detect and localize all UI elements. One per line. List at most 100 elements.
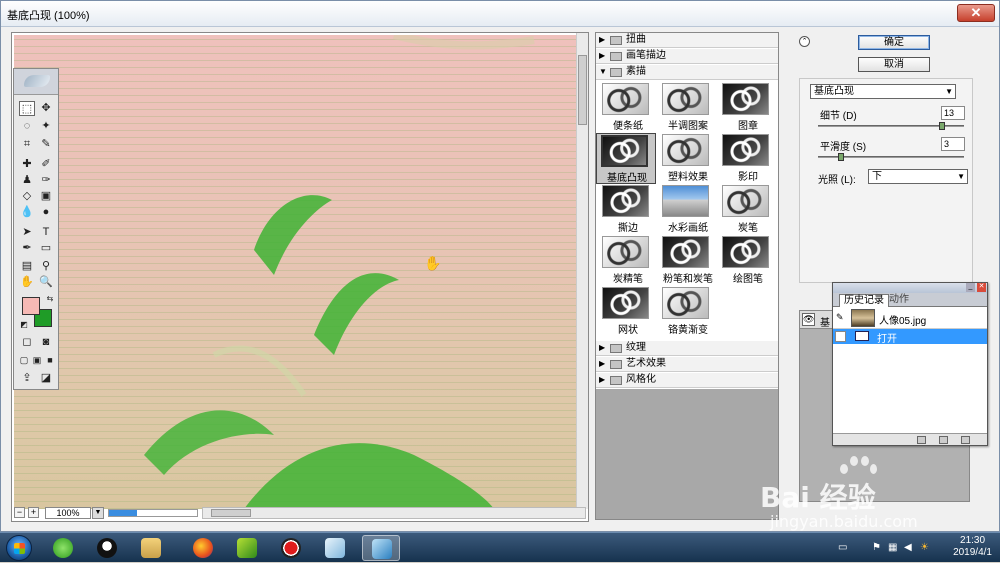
brush-tool-icon[interactable]: ✐ [38, 157, 54, 172]
clock[interactable]: 21:30 2019/4/1 [953, 535, 992, 559]
history-brush-icon[interactable]: ✑ [38, 173, 54, 188]
filter-select[interactable]: 基底凸现 ▼ [810, 84, 956, 99]
filter-thumb-graphic-pen[interactable]: 绘图笔 [718, 235, 778, 286]
smoothness-slider[interactable] [818, 153, 964, 161]
zoom-tool-icon[interactable]: 🔍 [38, 275, 54, 290]
category-brush-strokes[interactable]: ▶ 画笔描边 [596, 49, 778, 64]
stamp-tool-icon[interactable]: ♟ [19, 173, 35, 188]
history-step-checkbox[interactable] [835, 331, 846, 342]
swap-colors-icon[interactable]: ⇆ [42, 291, 58, 306]
smoothness-slider-knob[interactable] [838, 153, 844, 161]
dodge-tool-icon[interactable]: ● [38, 205, 54, 220]
pen-tool-icon[interactable]: ✒ [19, 241, 35, 256]
taskbar-app-video[interactable] [228, 535, 266, 561]
new-snapshot-icon[interactable] [939, 436, 948, 444]
taskbar-app-firefox[interactable] [184, 535, 222, 561]
taskbar-app-qq[interactable] [88, 535, 126, 561]
history-step-open[interactable]: 打开 [833, 329, 987, 345]
category-sketch[interactable]: ▼ 素描 [596, 65, 778, 80]
taskbar-app-editor[interactable] [316, 535, 354, 561]
volume-icon[interactable]: ◀ [904, 542, 915, 553]
minimize-icon[interactable]: _ [966, 283, 975, 292]
jump-to-imageready-icon[interactable]: ⇪ [19, 371, 35, 386]
filter-thumb-reticulation[interactable]: 网状 [598, 286, 658, 337]
close-button[interactable]: ✕ [957, 4, 995, 22]
collapse-gallery-icon[interactable]: ⌃ [799, 36, 810, 47]
quick-mask-mode-icon[interactable]: ◙ [38, 335, 54, 350]
healing-brush-icon[interactable]: ✚ [19, 157, 35, 172]
marquee-tool-icon[interactable]: ⬚ [19, 101, 35, 116]
history-titlebar[interactable]: _ ✕ [833, 283, 987, 293]
taskbar-app-photoshop[interactable] [362, 535, 400, 561]
zoom-value[interactable]: 100% [45, 507, 91, 519]
history-snapshot[interactable]: ✎ 人像05.jpg [833, 307, 987, 329]
new-document-icon[interactable] [917, 436, 926, 444]
detail-slider[interactable] [818, 122, 964, 130]
smoothness-input[interactable]: 3 [941, 137, 965, 151]
start-button[interactable] [6, 535, 32, 561]
type-tool-icon[interactable]: T [38, 225, 54, 240]
weather-icon[interactable]: ☀ [920, 542, 931, 553]
filter-thumb-bas-relief[interactable]: 基底凸现 [596, 133, 656, 184]
category-distort[interactable]: ▶ 扭曲 [596, 33, 778, 48]
filter-thumb-photocopy[interactable]: 影印 [718, 133, 778, 184]
gradient-tool-icon[interactable]: ▣ [38, 189, 54, 204]
filter-thumb-water-paper[interactable]: 水彩画纸 [658, 184, 718, 235]
filter-thumb-stamp[interactable]: 图章 [718, 82, 778, 133]
light-select[interactable]: 下 ▼ [868, 169, 968, 184]
trash-icon[interactable] [961, 436, 970, 444]
taskbar-app-360[interactable] [44, 535, 82, 561]
category-texture[interactable]: ▶ 纹理 [596, 341, 778, 356]
move-tool-icon[interactable]: ✥ [38, 101, 54, 116]
detail-slider-knob[interactable] [939, 122, 946, 130]
keyboard-icon[interactable]: ▭ [838, 542, 849, 553]
filter-thumb-conte-crayon[interactable]: 炭精笔 [598, 235, 658, 286]
shape-tool-icon[interactable]: ▭ [38, 241, 54, 256]
eye-icon[interactable]: 👁 [802, 313, 815, 326]
preview-horizontal-scrollbar[interactable] [202, 507, 586, 519]
hand-tool-icon[interactable]: ✋ [19, 275, 35, 290]
screen-mode-full-icon[interactable]: ■ [42, 353, 58, 368]
taskbar-app-recorder[interactable] [272, 535, 310, 561]
vertical-scroll-thumb[interactable] [578, 55, 587, 125]
history-brush-source-icon[interactable]: ✎ [836, 312, 844, 323]
cancel-button[interactable]: 取消 [858, 57, 930, 72]
filter-thumb-chrome[interactable]: 铬黄渐变 [658, 286, 718, 337]
category-artistic[interactable]: ▶ 艺术效果 [596, 357, 778, 372]
filter-thumb-note-paper[interactable]: 便条纸 [598, 82, 658, 133]
tab-actions[interactable]: 动作 [885, 294, 913, 307]
filter-thumb-halftone-pattern[interactable]: 半调图案 [658, 82, 718, 133]
foreground-color-swatch[interactable] [22, 297, 40, 315]
notes-tool-icon[interactable]: ▤ [19, 259, 35, 274]
lasso-tool-icon[interactable]: ◌ [19, 119, 35, 134]
zoom-in-button[interactable]: + [28, 507, 39, 518]
detail-input[interactable]: 13 [941, 106, 965, 120]
taskbar-app-explorer[interactable] [132, 535, 170, 561]
filter-thumb-charcoal[interactable]: 炭笔 [718, 184, 778, 235]
zoom-dropdown-icon[interactable]: ▼ [92, 507, 104, 519]
eraser-tool-icon[interactable]: ◇ [19, 189, 35, 204]
blur-tool-icon[interactable]: 💧 [19, 205, 35, 220]
network-icon[interactable]: ▦ [888, 542, 899, 553]
preview-vertical-scrollbar[interactable] [576, 33, 588, 509]
path-selection-icon[interactable]: ➤ [19, 225, 35, 240]
category-stylize[interactable]: ▶ 风格化 [596, 373, 778, 388]
default-colors-icon[interactable]: ◩ [16, 317, 32, 332]
ok-button[interactable]: 确定 [858, 35, 930, 50]
preview-canvas[interactable]: ✋ [14, 35, 576, 509]
tab-history[interactable]: 历史记录 [839, 294, 889, 307]
filter-label: 图章 [738, 121, 758, 132]
zoom-out-button[interactable]: − [14, 507, 25, 518]
close-icon[interactable]: ✕ [977, 283, 986, 292]
eyedropper-tool-icon[interactable]: ⚲ [38, 259, 54, 274]
filter-thumb-chalk-charcoal[interactable]: 粉笔和炭笔 [658, 235, 718, 286]
horizontal-scroll-thumb[interactable] [211, 509, 251, 517]
magic-wand-tool-icon[interactable]: ✦ [38, 119, 54, 134]
filter-thumb-plaster[interactable]: 塑料效果 [658, 133, 718, 184]
filter-thumb-torn-edges[interactable]: 撕边 [598, 184, 658, 235]
imageready-icon[interactable]: ◪ [38, 371, 54, 386]
crop-tool-icon[interactable]: ⌗ [19, 137, 35, 152]
slice-tool-icon[interactable]: ✎ [38, 137, 54, 152]
action-center-icon[interactable]: ⚑ [872, 542, 883, 553]
standard-mode-icon[interactable]: ◻ [19, 335, 35, 350]
